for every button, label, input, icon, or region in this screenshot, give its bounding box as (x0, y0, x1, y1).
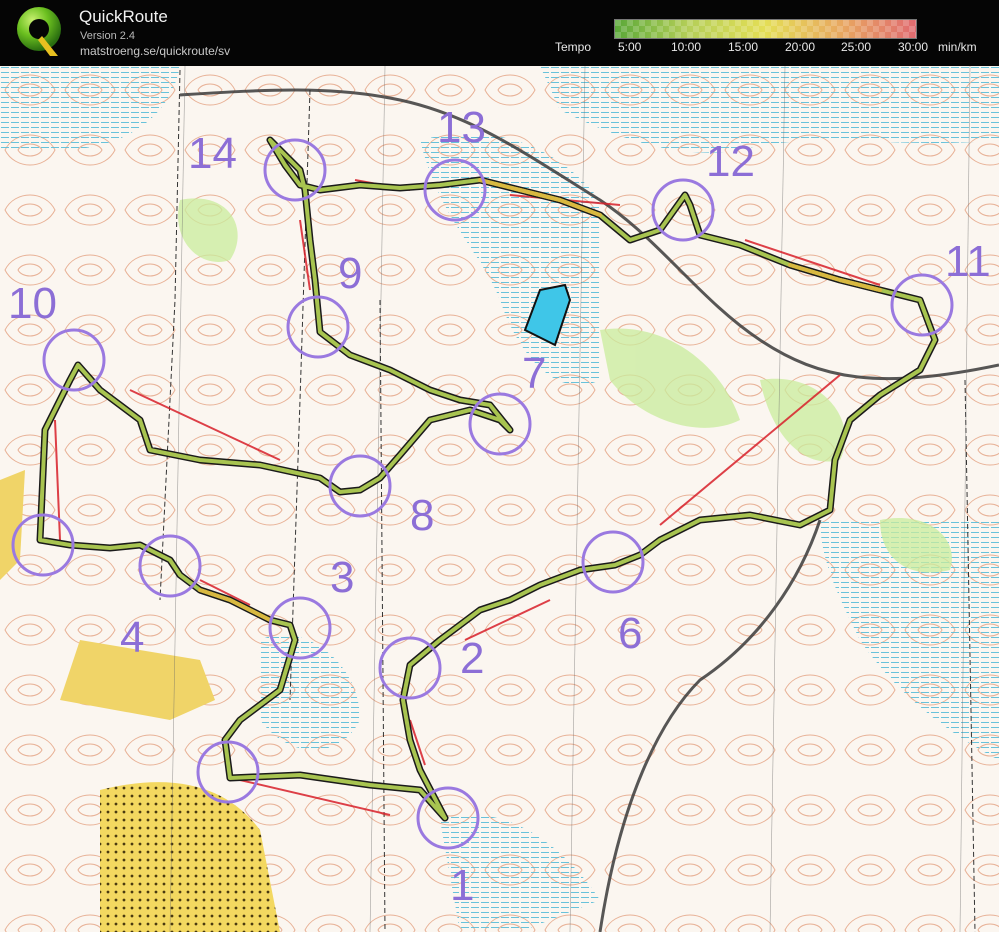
tempo-unit: min/km (938, 40, 977, 54)
app-url: matstroeng.se/quickroute/sv (80, 44, 230, 58)
tempo-tick-5: 5:00 (618, 40, 641, 54)
control-number-12: 12 (706, 137, 755, 186)
tempo-tick-15: 15:00 (728, 40, 758, 54)
map-canvas[interactable]: 1 2 3 4 6 7 8 9 10 11 12 13 14 (0, 66, 999, 932)
orienteering-map[interactable]: 1 2 3 4 6 7 8 9 10 11 12 13 14 (0, 66, 999, 932)
control-number-2: 2 (460, 634, 484, 683)
tempo-color-scale (614, 19, 917, 39)
quickroute-logo-icon (14, 4, 70, 60)
control-number-9: 9 (338, 249, 362, 298)
app-title: QuickRoute (79, 7, 168, 27)
control-number-1: 1 (450, 861, 474, 910)
tempo-tick-30: 30:00 (898, 40, 928, 54)
tempo-tick-25: 25:00 (841, 40, 871, 54)
control-number-11: 11 (945, 237, 991, 286)
control-number-8: 8 (410, 491, 434, 540)
app-version: Version 2.4 (80, 30, 135, 42)
control-number-6: 6 (618, 609, 642, 658)
control-number-4: 4 (120, 613, 144, 662)
control-number-10: 10 (8, 279, 57, 328)
tempo-tick-20: 20:00 (785, 40, 815, 54)
control-number-14: 14 (188, 129, 237, 178)
tempo-label: Tempo (555, 40, 591, 54)
control-number-7: 7 (522, 349, 546, 398)
tempo-tick-10: 10:00 (671, 40, 701, 54)
control-number-13: 13 (437, 103, 486, 152)
control-number-3: 3 (330, 553, 354, 602)
app-header: QuickRoute Version 2.4 matstroeng.se/qui… (0, 0, 999, 66)
